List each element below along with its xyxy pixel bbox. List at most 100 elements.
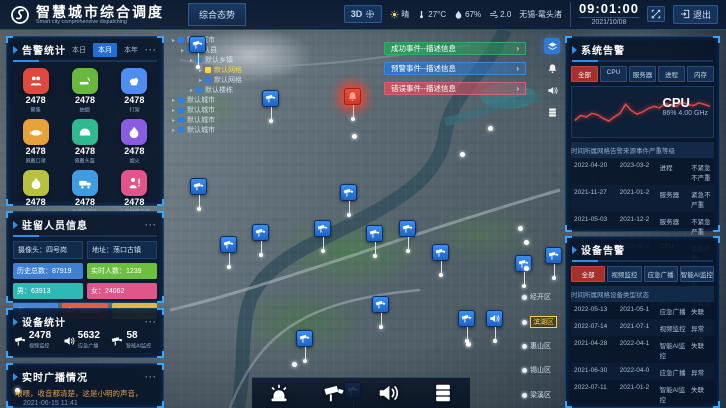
alarm-period-tab[interactable]: 本日 — [67, 43, 91, 57]
rail-icon-button[interactable] — [544, 82, 560, 98]
layer-tree-item[interactable]: ▸ 默认城市 — [170, 125, 242, 135]
device-stat-item[interactable]: 58 智能AI监控 — [111, 331, 156, 350]
district-name: 经开区 — [530, 292, 551, 302]
device-stat-item[interactable]: 2478 视频监控 — [14, 331, 53, 350]
rail-icon-button[interactable] — [544, 104, 560, 120]
map-node-dot — [524, 266, 529, 271]
filter-tab[interactable]: 内存 — [687, 66, 714, 82]
marker-pin-icon — [190, 178, 207, 195]
map-marker[interactable] — [190, 178, 208, 211]
filter-tab[interactable]: 应急广播 — [644, 266, 678, 282]
device-stats-panel: 设备统计 ··· 2478 视频监控 5632 应急广播 58 智能AI监控 — [6, 308, 164, 358]
filter-tab[interactable]: 视频监控 — [607, 266, 641, 282]
table-header-cell: 时间 — [571, 145, 584, 155]
layer-tree-item[interactable]: ▸ 默认楼栋 — [170, 85, 242, 95]
map-marker[interactable] — [252, 224, 270, 257]
alarm-stat-value: 2478 — [110, 197, 159, 207]
map-marker[interactable] — [314, 220, 332, 253]
map-marker[interactable] — [372, 296, 390, 329]
alarm-period-tab[interactable]: 本月 — [93, 43, 117, 57]
district-label[interactable]: 滨湖区 — [522, 316, 557, 328]
rail-icon-button[interactable] — [544, 60, 560, 76]
district-label[interactable]: 经开区 — [522, 292, 551, 302]
map-marker[interactable] — [486, 310, 504, 343]
more-button[interactable]: ··· — [145, 45, 157, 55]
layer-tree-label: 默认城市 — [187, 95, 215, 105]
marker-pin-icon — [296, 330, 313, 347]
alarm-stat-tile[interactable]: 2478 土渣车顶盖 — [60, 170, 109, 216]
more-button[interactable]: ··· — [145, 317, 157, 327]
table-row[interactable]: 2021-06-30 2022-04-0 应急广播 异常 — [571, 363, 714, 380]
filter-tab[interactable]: 服务器 — [629, 66, 656, 82]
filter-tab[interactable]: 全部 — [571, 266, 605, 282]
event-notification[interactable]: 预警事件--描述信息 › — [384, 62, 526, 75]
event-notification[interactable]: 成功事件--描述信息 › — [384, 42, 526, 55]
alarm-stat-tile[interactable]: 2478 人员越界告警 — [110, 170, 159, 216]
device-alarm-title: 设备告警 — [581, 242, 625, 257]
logout-button[interactable]: 退出 — [673, 5, 718, 24]
table-row[interactable]: 2022-04-20 2023-03-2 进程 不紧急不严重 — [571, 158, 714, 185]
broadcast-tool-button[interactable] — [373, 380, 403, 406]
marker-stem — [495, 327, 496, 339]
filter-tab[interactable]: 智能AI监控 — [680, 266, 714, 282]
more-button[interactable]: ··· — [145, 372, 157, 382]
alarm-period-tab[interactable]: 本年 — [119, 43, 143, 57]
camera-tool-button[interactable] — [319, 380, 349, 406]
device-stat-item[interactable]: 5632 应急广播 — [63, 331, 102, 350]
map-marker[interactable] — [545, 247, 563, 280]
table-row[interactable]: 2021-11-27 2021-01-2 服务器 紧急不严重 — [571, 185, 714, 212]
map-marker[interactable] — [399, 220, 417, 253]
fullscreen-button[interactable] — [647, 6, 665, 22]
district-label[interactable]: 梁溪区 — [522, 390, 551, 400]
alarm-stat-value: 2478 — [11, 95, 60, 105]
table-row[interactable]: 2022-07-14 2021-07-1 视频监控 异常 — [571, 319, 714, 336]
map-marker[interactable] — [296, 330, 314, 363]
layer-tree-item[interactable]: ▸ 默认城市 — [170, 105, 242, 115]
event-notification[interactable]: 错误事件--描述信息 › — [384, 82, 526, 95]
table-row[interactable]: 2022-07-11 2021-01-2 智能AI监控 失联 — [571, 380, 714, 407]
map-marker[interactable] — [366, 225, 384, 258]
alarm-stats-panel: 告警统计 ··· 本日本月本年 2478 聚集 2478 抽烟 2478 打架 … — [6, 36, 164, 206]
table-row[interactable]: 2022-05-13 2021-05-1 应急广播 失联 — [571, 302, 714, 319]
table-row[interactable]: 2021-04-28 2022-04-1 智能AI监控 失联 — [571, 336, 714, 363]
map-marker[interactable] — [344, 88, 362, 121]
layer-tree-item[interactable]: ▸ 默认网格 — [170, 75, 242, 85]
map-marker[interactable] — [340, 184, 358, 217]
layer-tree-item[interactable]: ▸ 默认城市 — [170, 95, 242, 105]
app-title-block: 智慧城市综合调度 Smart city comprehensive dispat… — [36, 5, 164, 25]
caret-icon: ▸ — [181, 47, 184, 54]
marker-base-dot — [552, 276, 556, 280]
alarm-stat-tile[interactable]: 2478 佩戴口罩 — [11, 119, 60, 165]
mode-3d-toggle[interactable]: 3D — [344, 5, 383, 23]
filter-tab[interactable]: CPU — [600, 66, 627, 82]
right-icon-rail — [543, 38, 561, 120]
tab-overall-situation[interactable]: 综合态势 — [188, 3, 246, 26]
district-label[interactable]: 惠山区 — [522, 341, 551, 351]
alarm-tool-button[interactable] — [264, 380, 294, 406]
map-marker[interactable] — [432, 244, 450, 277]
map-marker[interactable] — [262, 90, 280, 123]
clock-time: 09:01:00 — [579, 2, 639, 16]
personnel-info-row: 摄像头：四号岗地址：荡口古镇 — [7, 241, 163, 259]
layer-tree-item[interactable]: ▸ 默认城市 — [170, 115, 242, 125]
event-notification-label: 预警事件--描述信息 — [391, 63, 456, 74]
map-marker[interactable] — [458, 310, 476, 343]
map-marker[interactable] — [515, 255, 533, 288]
map-marker[interactable] — [189, 36, 207, 69]
rail-icon-button[interactable] — [544, 38, 560, 54]
alarm-stat-tile[interactable]: 2478 聚集 — [11, 68, 60, 114]
map-marker[interactable] — [220, 236, 238, 269]
alarm-stat-tile[interactable]: 2478 打架 — [110, 68, 159, 114]
alarm-stat-tile[interactable]: 2478 抽烟 — [60, 68, 109, 114]
district-label[interactable]: 锡山区 — [522, 365, 551, 375]
filter-tab[interactable]: 全部 — [571, 66, 598, 82]
more-button[interactable]: ··· — [145, 220, 157, 230]
alarm-stat-tile[interactable]: 2478 火灾 — [11, 170, 60, 216]
alarm-stat-tile[interactable]: 2478 烟火 — [110, 119, 159, 165]
filter-tab[interactable]: 进程 — [658, 66, 685, 82]
weather-humidity: 67% — [454, 10, 481, 19]
table-row[interactable]: 2021-05-03 2021-12-2 服务器 不紧急严重 — [571, 212, 714, 239]
device-tool-button[interactable] — [428, 380, 458, 406]
alarm-stat-tile[interactable]: 2478 佩戴头盔 — [60, 119, 109, 165]
caret-icon: ▸ — [172, 107, 175, 114]
